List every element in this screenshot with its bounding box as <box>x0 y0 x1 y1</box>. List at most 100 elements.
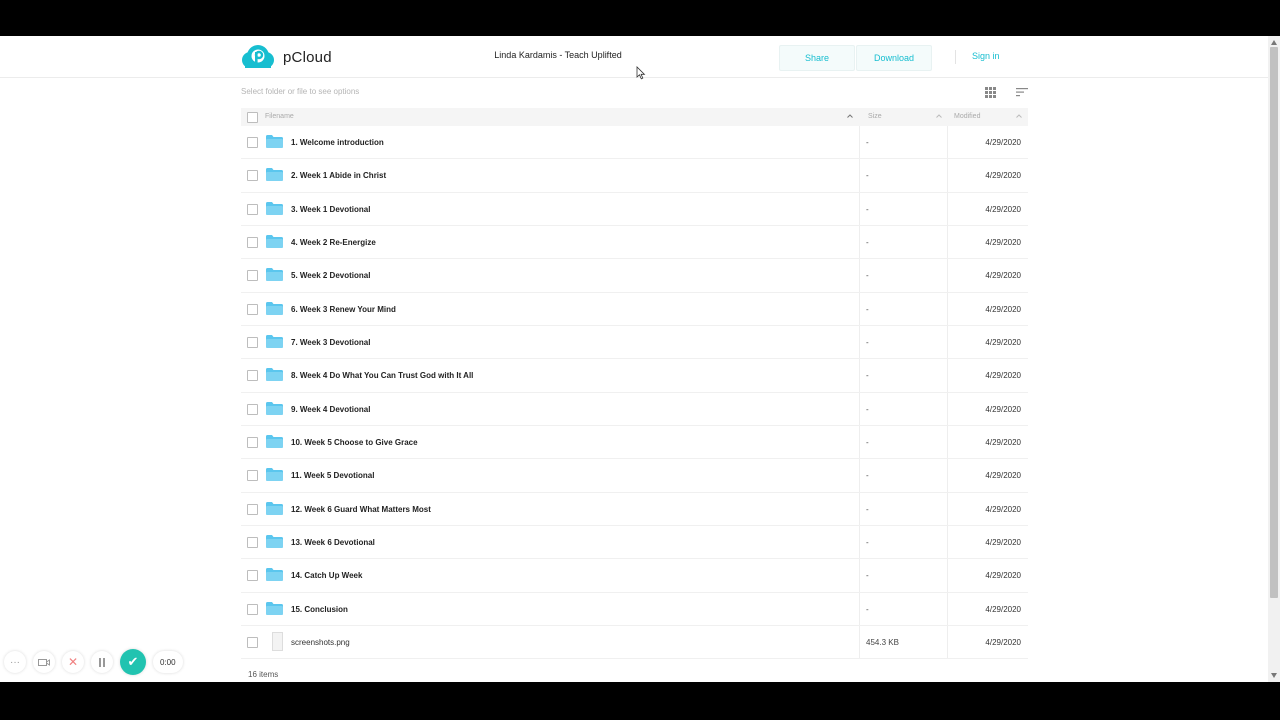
row-filename[interactable]: screenshots.png <box>291 638 350 647</box>
sort-caret-icon <box>936 114 942 118</box>
top-header: pCloud Linda Kardamis - Teach Uplifted S… <box>0 36 1268 80</box>
folder-icon <box>266 368 283 381</box>
column-divider <box>859 593 860 625</box>
row-checkbox[interactable] <box>247 537 258 548</box>
column-size[interactable]: Size <box>868 113 882 120</box>
row-checkbox[interactable] <box>247 504 258 515</box>
row-checkbox[interactable] <box>247 604 258 615</box>
row-filename[interactable]: 12. Week 6 Guard What Matters Most <box>291 505 431 514</box>
table-row[interactable]: 14. Catch Up Week - 4/29/2020 <box>241 559 1028 593</box>
row-checkbox[interactable] <box>247 404 258 415</box>
column-divider <box>947 393 948 425</box>
row-filename[interactable]: 7. Week 3 Devotional <box>291 338 370 347</box>
recorder-camera-button[interactable] <box>33 651 55 673</box>
table-row[interactable]: 3. Week 1 Devotional - 4/29/2020 <box>241 193 1028 226</box>
column-divider <box>859 559 860 592</box>
table-row[interactable]: 2. Week 1 Abide in Christ - 4/29/2020 <box>241 159 1028 193</box>
column-filename[interactable]: Filename <box>265 113 294 120</box>
table-row[interactable]: 12. Week 6 Guard What Matters Most - 4/29/… <box>241 493 1028 526</box>
row-checkbox[interactable] <box>247 570 258 581</box>
column-modified[interactable]: Modified <box>954 113 980 120</box>
row-size: - <box>866 271 869 280</box>
column-divider <box>859 426 860 458</box>
row-checkbox[interactable] <box>247 437 258 448</box>
vertical-scrollbar[interactable] <box>1268 36 1280 682</box>
row-size: - <box>866 605 869 614</box>
table-row[interactable]: 5. Week 2 Devotional - 4/29/2020 <box>241 259 1028 293</box>
table-row[interactable]: 9. Week 4 Devotional - 4/29/2020 <box>241 393 1028 426</box>
pcloud-logo-icon <box>242 45 274 68</box>
row-checkbox[interactable] <box>247 337 258 348</box>
sort-caret-icon <box>1016 114 1022 118</box>
recorder-timer: 0:00 <box>153 651 183 673</box>
row-filename[interactable]: 13. Week 6 Devotional <box>291 538 375 547</box>
row-checkbox[interactable] <box>247 237 258 248</box>
column-divider <box>947 126 948 158</box>
row-checkbox[interactable] <box>247 170 258 181</box>
row-filename[interactable]: 9. Week 4 Devotional <box>291 405 370 414</box>
row-modified: 4/29/2020 <box>985 305 1021 314</box>
header-divider <box>955 50 956 64</box>
folder-icon <box>266 268 283 281</box>
row-checkbox[interactable] <box>247 637 258 648</box>
folder-icon <box>266 135 283 148</box>
column-divider <box>859 459 860 492</box>
grid-view-icon[interactable] <box>985 87 996 98</box>
column-divider <box>859 293 860 325</box>
column-divider <box>859 626 860 658</box>
row-filename[interactable]: 15. Conclusion <box>291 605 348 614</box>
row-filename[interactable]: 5. Week 2 Devotional <box>291 271 370 280</box>
row-filename[interactable]: 6. Week 3 Renew Your Mind <box>291 305 396 314</box>
row-modified: 4/29/2020 <box>985 271 1021 280</box>
table-row[interactable]: 11. Week 5 Devotional - 4/29/2020 <box>241 459 1028 493</box>
table-row[interactable]: 15. Conclusion - 4/29/2020 <box>241 593 1028 626</box>
row-filename[interactable]: 8. Week 4 Do What You Can Trust God with… <box>291 371 473 380</box>
table-row[interactable]: 6. Week 3 Renew Your Mind - 4/29/2020 <box>241 293 1028 326</box>
share-title: Linda Kardamis - Teach Uplifted <box>494 50 622 60</box>
sign-in-link[interactable]: Sign in <box>972 51 1000 61</box>
column-divider <box>947 526 948 558</box>
scroll-up-arrow-icon[interactable] <box>1271 40 1277 45</box>
table-row[interactable]: 8. Week 4 Do What You Can Trust God with… <box>241 359 1028 393</box>
row-modified: 4/29/2020 <box>985 338 1021 347</box>
file-list: 1. Welcome introduction -4/29/2020 2. Week… <box>241 126 1028 659</box>
recorder-pause-button[interactable] <box>91 651 113 673</box>
row-filename[interactable]: 3. Week 1 Devotional <box>291 205 370 214</box>
scroll-down-arrow-icon[interactable] <box>1271 673 1277 678</box>
table-row[interactable]: 10. Week 5 Choose to Give Grace - 4/29/202… <box>241 426 1028 459</box>
recorder-done-button[interactable]: ✔ <box>120 649 146 675</box>
recorder-cancel-button[interactable]: ✕ <box>62 651 84 673</box>
share-button[interactable]: Share <box>779 45 855 71</box>
row-filename[interactable]: 1. Welcome introduction <box>291 138 384 147</box>
download-button[interactable]: Download <box>856 45 932 71</box>
row-filename[interactable]: 14. Catch Up Week <box>291 571 362 580</box>
row-filename[interactable]: 2. Week 1 Abide in Christ <box>291 171 386 180</box>
folder-icon <box>266 502 283 515</box>
pause-icon <box>99 657 105 667</box>
row-size: - <box>866 538 869 547</box>
sort-icon[interactable] <box>1016 87 1028 97</box>
column-divider <box>947 626 948 658</box>
column-divider <box>947 193 948 225</box>
row-checkbox[interactable] <box>247 370 258 381</box>
pcloud-logo[interactable]: pCloud <box>241 45 332 69</box>
table-row[interactable]: screenshots.png 454.3 KB 4/29/2020 <box>241 626 1028 659</box>
row-filename[interactable]: 11. Week 5 Devotional <box>291 471 374 480</box>
table-row[interactable]: 13. Week 6 Devotional - 4/29/2020 <box>241 526 1028 559</box>
scrollbar-thumb[interactable] <box>1270 47 1278 598</box>
recorder-more-button[interactable]: ··· <box>4 651 26 673</box>
row-checkbox[interactable] <box>247 470 258 481</box>
row-checkbox[interactable] <box>247 270 258 281</box>
row-checkbox[interactable] <box>247 304 258 315</box>
table-row[interactable]: 4. Week 2 Re-Energize - 4/29/2020 <box>241 226 1028 259</box>
table-row[interactable]: 7. Week 3 Devotional - 4/29/2020 <box>241 326 1028 359</box>
column-divider <box>859 126 860 158</box>
row-checkbox[interactable] <box>247 137 258 148</box>
table-row[interactable]: 1. Welcome introduction - 4/29/2020 <box>241 126 1028 159</box>
row-filename[interactable]: 10. Week 5 Choose to Give Grace <box>291 438 418 447</box>
row-checkbox[interactable] <box>247 204 258 215</box>
select-all-checkbox[interactable] <box>247 112 258 123</box>
column-divider <box>859 526 860 558</box>
row-filename[interactable]: 4. Week 2 Re-Energize <box>291 238 376 247</box>
table-header: Filename Size Modified <box>241 108 1028 126</box>
